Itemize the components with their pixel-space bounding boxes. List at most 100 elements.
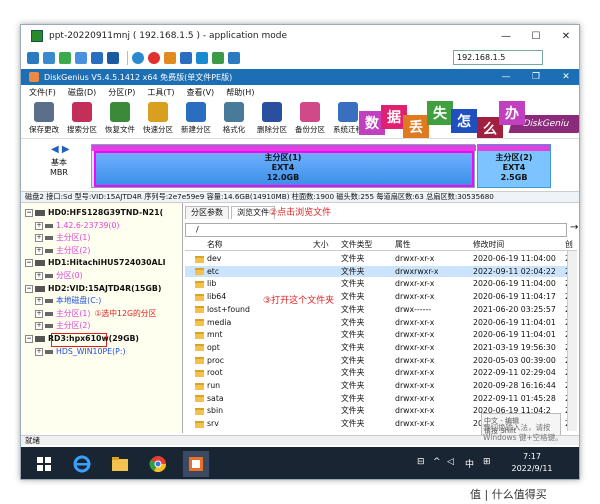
network-icon[interactable] bbox=[212, 52, 224, 64]
display-icon[interactable] bbox=[196, 52, 208, 64]
ime-tray-indicator[interactable]: 中 bbox=[465, 457, 474, 470]
stop-icon[interactable] bbox=[148, 52, 160, 64]
col-ctime[interactable]: 创 bbox=[565, 239, 573, 251]
tree-item-5[interactable]: + 分区(0) bbox=[35, 270, 83, 282]
file-row[interactable]: root文件夹drwxr-xr-x2022-09-11 02:29:042 bbox=[185, 367, 577, 378]
tree-item-2[interactable]: + 主分区(1) bbox=[35, 232, 90, 244]
chrome-icon[interactable] bbox=[145, 451, 171, 477]
col-attr[interactable]: 属性 bbox=[395, 239, 411, 251]
ie-icon[interactable] bbox=[69, 451, 95, 477]
tree-expander-icon[interactable]: − bbox=[25, 284, 33, 293]
keyboard-icon[interactable] bbox=[75, 52, 87, 64]
tab-partition-params[interactable]: 分区参数 bbox=[185, 205, 229, 219]
tree-expander-icon[interactable]: − bbox=[25, 335, 33, 343]
tree-item-9[interactable]: + 主分区(2) bbox=[35, 320, 90, 332]
file-row[interactable]: etc文件夹drwxrwxr-x2022-09-11 02:04:222 bbox=[185, 265, 577, 277]
col-size[interactable]: 大小 bbox=[313, 239, 329, 251]
file-row[interactable]: mnt文件夹drwxr-xr-x2020-06-19 11:04:012 bbox=[185, 329, 577, 340]
toolbar-button-3[interactable]: 快速分区 bbox=[141, 102, 175, 138]
tree-item-10[interactable]: − RD3:hpx610w(29GB) bbox=[25, 333, 139, 345]
folder-icon bbox=[195, 293, 204, 301]
tree-item-7[interactable]: + 本地磁盘(C:) bbox=[35, 295, 101, 307]
file-row[interactable]: opt文件夹drwxr-xr-x2021-03-19 19:56:302 bbox=[185, 342, 577, 353]
file-row[interactable]: dev文件夹drwxr-xr-x2020-06-19 11:04:002 bbox=[185, 253, 577, 264]
info-icon[interactable] bbox=[132, 52, 144, 64]
partition-block-2[interactable]: 主分区(2) EXT4 2.5GB bbox=[477, 144, 551, 188]
toolbar-button-0[interactable]: 保存更改 bbox=[27, 102, 61, 138]
toolbar-button-6[interactable]: 删除分区 bbox=[255, 102, 289, 138]
promo-banner[interactable]: DiskGeniu 数据丢失怎么办 bbox=[359, 101, 579, 138]
menu-item-3[interactable]: 工具(T) bbox=[147, 87, 174, 98]
clipboard-icon[interactable] bbox=[91, 52, 103, 64]
start-button-icon[interactable] bbox=[37, 457, 51, 471]
file-name: dev bbox=[207, 254, 222, 263]
menu-item-0[interactable]: 文件(F) bbox=[29, 87, 56, 98]
ime-mode-indicator[interactable]: ⊞ bbox=[483, 457, 491, 467]
tree-expander-icon[interactable]: + bbox=[35, 246, 43, 255]
tree-expander-icon[interactable]: + bbox=[35, 234, 43, 243]
dg-close-button[interactable]: ✕ bbox=[551, 69, 579, 85]
file-cell-attr: drwxr-xr-x bbox=[395, 368, 435, 378]
file-transfer-icon[interactable] bbox=[107, 52, 119, 64]
menu-item-2[interactable]: 分区(P) bbox=[108, 87, 135, 98]
col-mtime[interactable]: 修改时间 bbox=[473, 239, 504, 251]
tree-expander-icon[interactable]: + bbox=[35, 309, 43, 318]
volume-tray-icon[interactable]: ◁ bbox=[447, 457, 454, 467]
col-type[interactable]: 文件类型 bbox=[341, 239, 372, 251]
dg-restore-button[interactable]: ❐ bbox=[521, 69, 551, 85]
ip-address-field[interactable]: 192.168.1.5 bbox=[453, 50, 543, 65]
tree-item-4[interactable]: − HD1:HitachiHUS724030ALI bbox=[25, 257, 166, 269]
fullscreen-icon[interactable] bbox=[43, 52, 55, 64]
dg-minimize-button[interactable]: — bbox=[491, 69, 521, 85]
monitor-icon[interactable] bbox=[180, 52, 192, 64]
diskgenius-taskbar-icon[interactable] bbox=[183, 451, 209, 477]
settings-icon[interactable] bbox=[27, 52, 39, 64]
file-explorer-icon[interactable] bbox=[107, 451, 133, 477]
tree-item-6[interactable]: − HD2:VID:15AJTD4R(15GB) bbox=[25, 283, 161, 295]
tray-expand-icon[interactable]: ^ bbox=[433, 457, 441, 467]
file-cell-name: mnt bbox=[195, 329, 223, 340]
file-row[interactable]: run文件夹drwxr-xr-x2020-09-28 16:16:442 bbox=[185, 380, 577, 391]
taskbar-clock[interactable]: 7:17 2022/9/11 bbox=[507, 451, 557, 475]
file-row[interactable]: media文件夹drwxr-xr-x2020-06-19 11:04:012 bbox=[185, 317, 577, 328]
disk-nav-arrows[interactable]: ◀ ▶ bbox=[51, 144, 70, 155]
remote-close-button[interactable]: ✕ bbox=[551, 25, 579, 47]
toolbar-button-4[interactable]: 新建分区 bbox=[179, 102, 213, 138]
path-field[interactable]: / bbox=[185, 223, 567, 237]
file-row[interactable]: lost+found 文件夹 drwx------ 2021-06-20 03:25:… bbox=[185, 304, 577, 315]
tree-expander-icon[interactable]: − bbox=[25, 259, 33, 268]
tree-item-11[interactable]: + HDS_WIN10PE(P:) bbox=[35, 346, 126, 358]
tree-item-0[interactable]: − HD0:HFS128G39TND-N21( bbox=[25, 207, 163, 219]
file-cell-attr: drwxr-xr-x bbox=[395, 381, 435, 390]
menu-item-5[interactable]: 帮助(H) bbox=[226, 87, 254, 98]
toolbar-button-2[interactable]: 恢复文件 bbox=[103, 102, 137, 138]
tree-expander-icon[interactable]: + bbox=[35, 272, 43, 280]
refresh-icon[interactable] bbox=[59, 52, 71, 64]
toolbar-button-5[interactable]: 格式化 bbox=[217, 102, 251, 138]
path-go-icon[interactable]: → bbox=[570, 222, 578, 233]
tree-expander-icon[interactable]: + bbox=[35, 347, 43, 356]
menu-item-1[interactable]: 磁盘(D) bbox=[68, 87, 96, 98]
file-row[interactable]: proc文件夹drwxr-xr-x2020-05-03 00:39:002 bbox=[185, 355, 577, 366]
toolbar-button-1[interactable]: 搜索分区 bbox=[65, 102, 99, 138]
chat-icon[interactable] bbox=[164, 52, 176, 64]
file-row[interactable]: lib文件夹drwxr-xr-x2020-06-19 11:04:002 bbox=[185, 278, 577, 289]
tree-item-8[interactable]: + 主分区(1) ①选中12G的分区 bbox=[35, 308, 156, 320]
tree-expander-icon[interactable]: + bbox=[35, 322, 43, 331]
toolbar-button-7[interactable]: 备份分区 bbox=[293, 102, 327, 138]
partition-block-1[interactable]: 主分区(1) EXT4 12.0GB bbox=[91, 144, 476, 188]
tree-item-3[interactable]: + 主分区(2) bbox=[35, 245, 90, 257]
tree-expander-icon[interactable]: − bbox=[25, 209, 33, 217]
tree-expander-icon[interactable]: + bbox=[35, 297, 43, 306]
download-icon[interactable] bbox=[228, 52, 240, 64]
network-tray-icon[interactable]: ⊟ bbox=[417, 457, 425, 467]
tree-expander-icon[interactable]: + bbox=[35, 221, 43, 230]
file-row[interactable]: sata文件夹drwxr-xr-x2022-09-11 01:45:282 bbox=[185, 393, 577, 404]
remote-maximize-button[interactable]: ☐ bbox=[521, 25, 551, 47]
menu-item-4[interactable]: 查看(V) bbox=[186, 87, 214, 98]
file-row[interactable]: lib64文件夹drwxr-xr-x2020-06-19 11:04:172 bbox=[185, 291, 577, 302]
file-list-scrollbar[interactable] bbox=[567, 251, 577, 431]
col-name[interactable]: 名称 bbox=[207, 239, 223, 251]
remote-minimize-button[interactable]: — bbox=[491, 25, 521, 47]
tree-item-1[interactable]: +1.42.6-23739(0) bbox=[35, 220, 119, 232]
